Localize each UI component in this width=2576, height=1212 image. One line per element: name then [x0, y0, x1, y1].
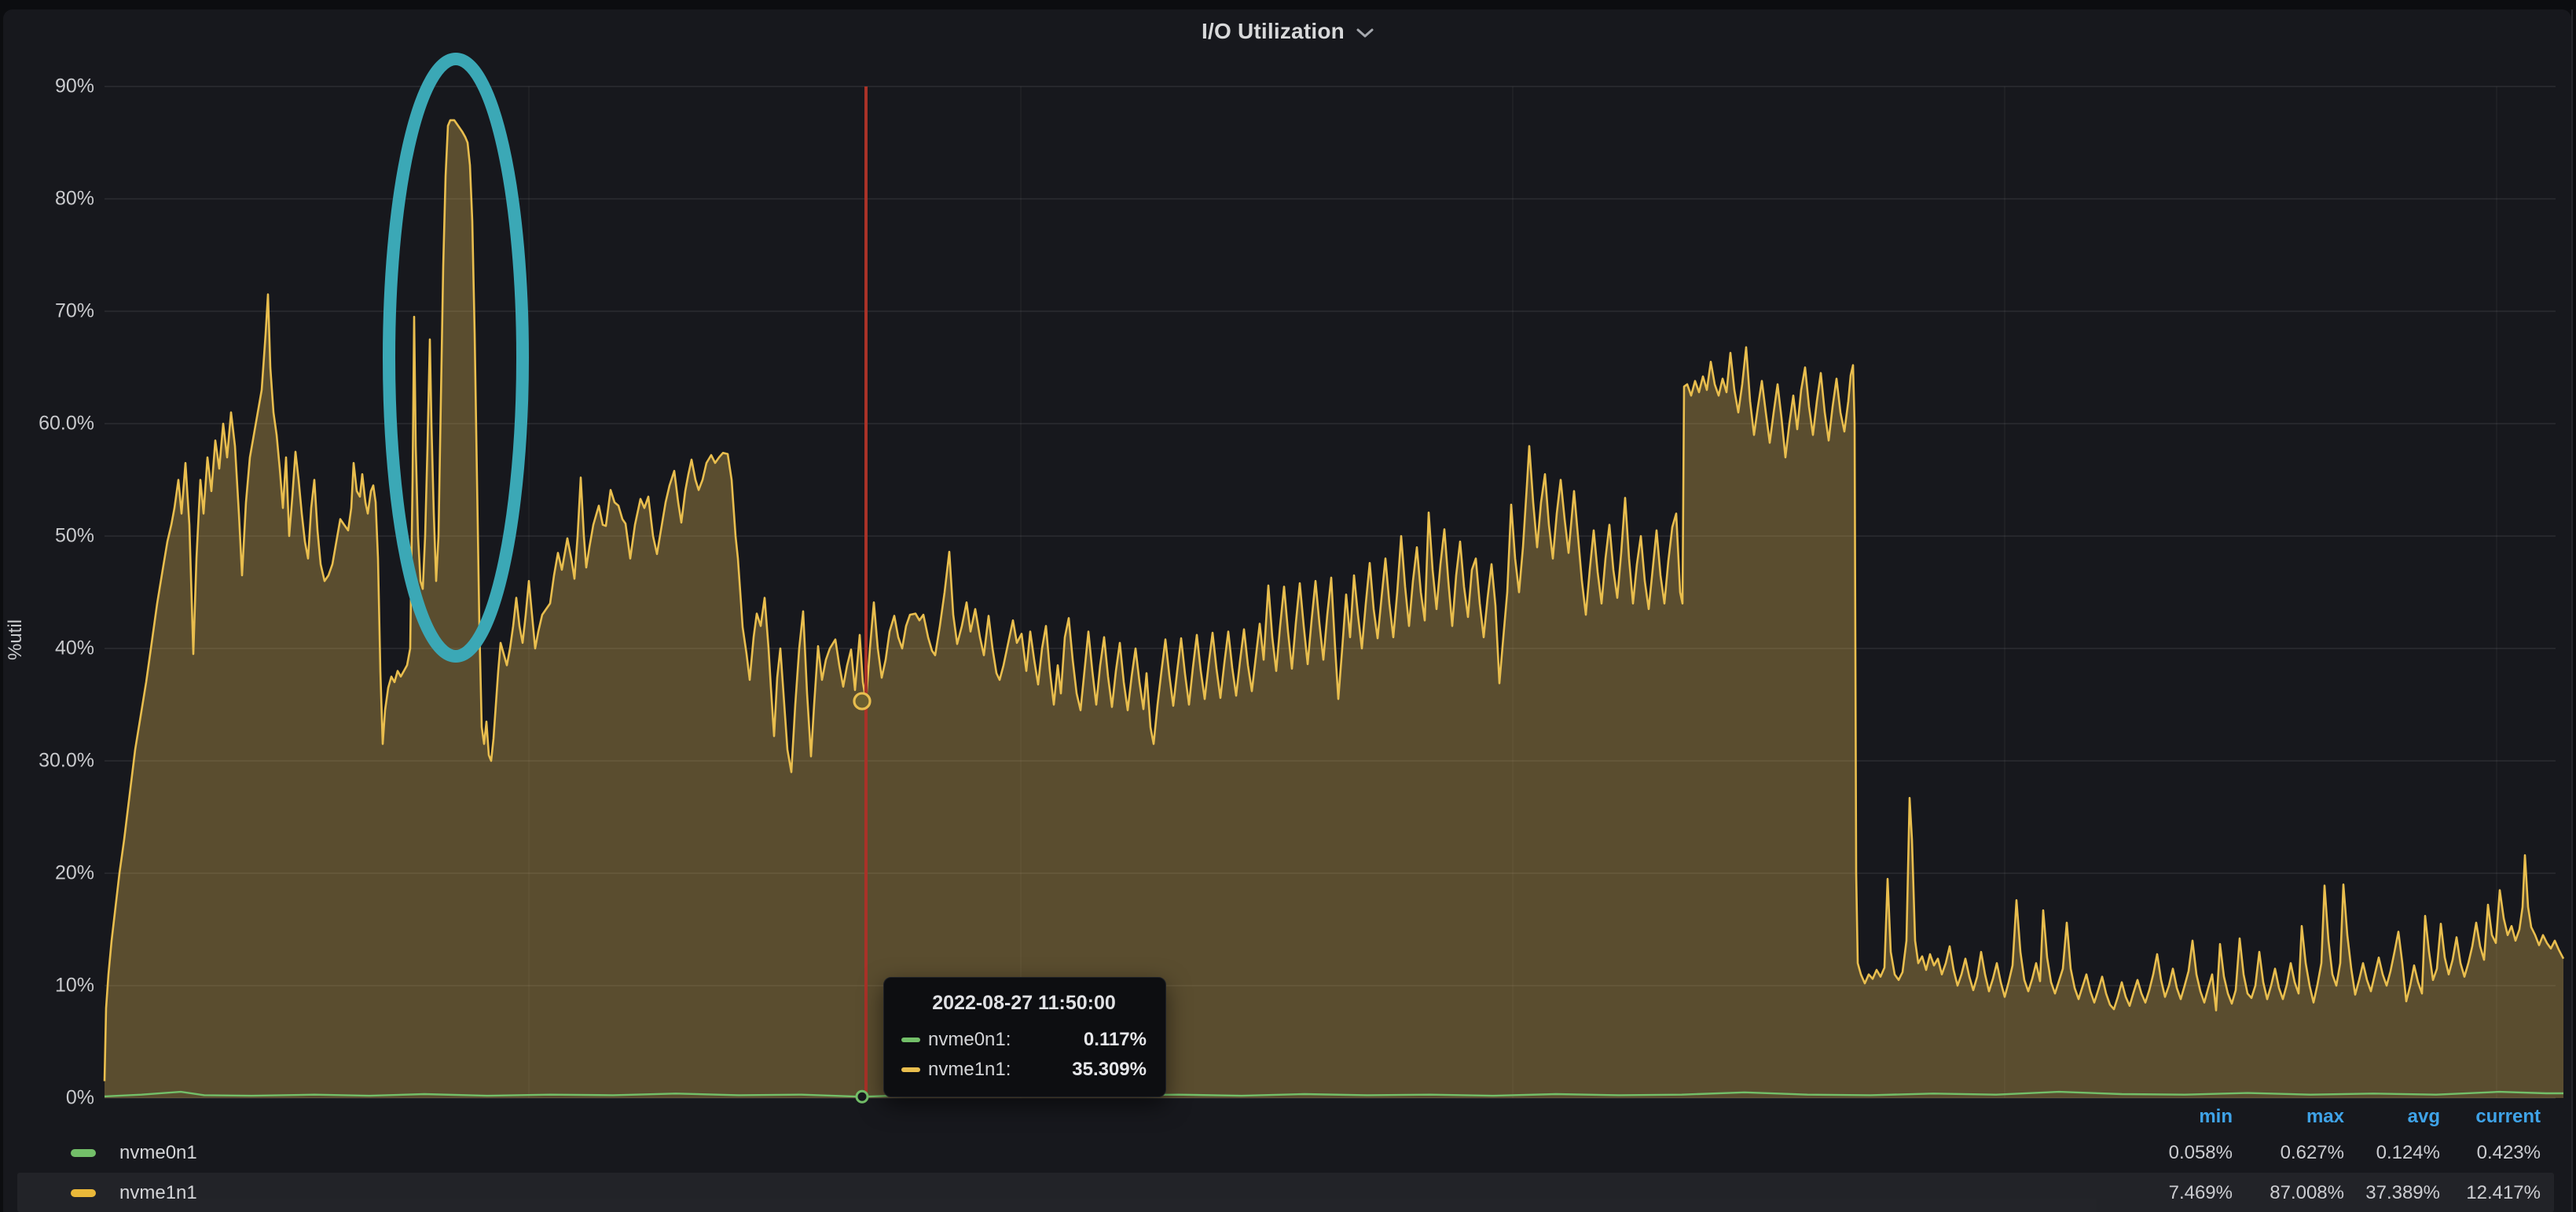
- legend-series-name[interactable]: nvme1n1: [119, 1182, 197, 1204]
- y-axis-tick-label: 90%: [0, 75, 94, 98]
- timeseries-chart[interactable]: [0, 0, 2576, 1212]
- y-axis-tick-label: 10%: [0, 975, 94, 997]
- y-axis-tick-label: 50%: [0, 525, 94, 548]
- hover-point-nvme1n1: [854, 693, 870, 709]
- tooltip-series-name: nvme1n1:: [928, 1059, 1011, 1081]
- series-color-dash: [901, 1067, 920, 1072]
- legend-series-name[interactable]: nvme0n1: [119, 1142, 197, 1164]
- legend-stat-current: 0.423%: [2407, 1142, 2541, 1164]
- y-axis-tick-label: 70%: [0, 300, 94, 323]
- tooltip-series-value: 35.309%: [1018, 1059, 1147, 1081]
- panel-title[interactable]: I/O Utilization: [1202, 19, 1345, 44]
- legend-header-current[interactable]: current: [2407, 1106, 2541, 1128]
- tooltip-series-row: nvme1n1: 35.309%: [901, 1059, 1147, 1081]
- legend: min max avg current nvme0n1 0.058% 0.627…: [0, 1099, 2576, 1212]
- panel-header[interactable]: I/O Utilization: [0, 11, 2576, 52]
- tooltip-series-row: nvme0n1: 0.117%: [901, 1029, 1147, 1051]
- y-axis-tick-label: 40%: [0, 637, 94, 660]
- series-color-dash: [901, 1038, 920, 1042]
- y-axis-tick-label: 80%: [0, 188, 94, 211]
- legend-stat-current: 12.417%: [2407, 1182, 2541, 1204]
- chart-tooltip: 2022-08-27 11:50:00 nvme0n1: 0.117% nvme…: [883, 977, 1166, 1097]
- tooltip-series-value: 0.117%: [1018, 1029, 1147, 1051]
- y-axis-tick-label: 20%: [0, 862, 94, 885]
- tooltip-series-name: nvme0n1:: [928, 1029, 1011, 1051]
- chevron-down-icon[interactable]: [1356, 28, 1374, 39]
- y-axis-tick-label: 60.0%: [0, 413, 94, 435]
- y-axis-tick-label: 30.0%: [0, 750, 94, 773]
- series-color-marker[interactable]: [71, 1189, 96, 1197]
- series-color-marker[interactable]: [71, 1149, 96, 1157]
- tooltip-timestamp: 2022-08-27 11:50:00: [901, 992, 1147, 1015]
- panel-right-edge-divider: [2571, 9, 2573, 1212]
